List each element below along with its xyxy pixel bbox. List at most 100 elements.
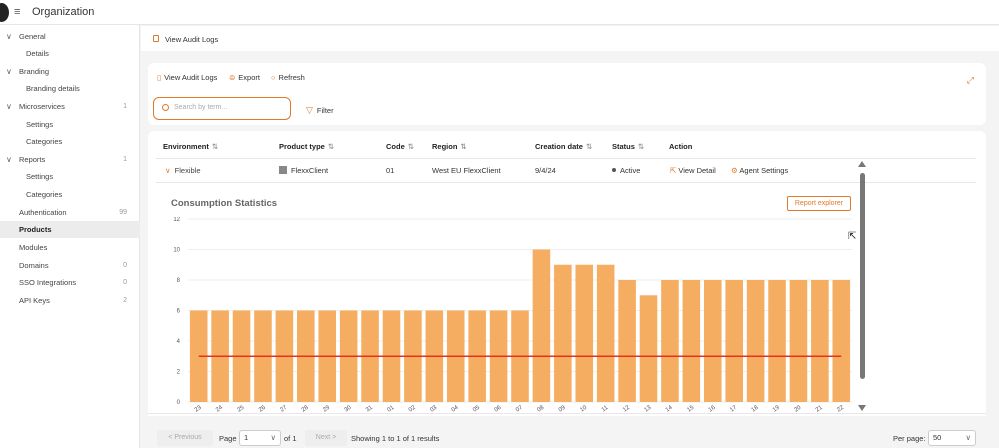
sidebar-item-branding-details[interactable]: Branding details xyxy=(0,80,140,97)
sidebar-item-settings[interactable]: Settings xyxy=(0,116,140,133)
x-tick-label: 19 xyxy=(772,404,781,412)
bar[interactable] xyxy=(554,264,572,402)
cell-region: West EU FlexxClient xyxy=(432,166,501,175)
avatar[interactable] xyxy=(0,3,9,22)
sidebar-item-domains[interactable]: Domains 0 xyxy=(0,257,140,274)
chevron-down-icon: ∨ xyxy=(270,433,277,442)
bar[interactable] xyxy=(661,280,679,402)
sidebar-item-count: 1 xyxy=(123,156,127,163)
chevron-down-icon[interactable]: ∨ xyxy=(6,98,12,115)
sidebar-item-label: Reports xyxy=(19,155,46,164)
bar[interactable] xyxy=(789,280,808,402)
sidebar-item-label: Products xyxy=(19,225,52,234)
page-select-value: 1 xyxy=(244,433,249,442)
bar[interactable] xyxy=(746,280,765,402)
next-page-button[interactable]: Next > xyxy=(305,430,347,446)
x-tick-label: 31 xyxy=(365,404,374,412)
bar[interactable] xyxy=(532,249,551,403)
hamburger-menu-icon[interactable]: ≡ xyxy=(14,6,20,18)
x-tick-label: 28 xyxy=(301,404,310,412)
bar[interactable] xyxy=(618,280,636,402)
x-tick-label: 24 xyxy=(215,404,224,412)
bar[interactable] xyxy=(725,280,743,402)
x-tick-label: 15 xyxy=(686,404,695,412)
chevron-down-icon[interactable]: ∨ xyxy=(6,151,12,168)
chevron-down-icon[interactable]: ∨ xyxy=(165,166,171,175)
bar[interactable] xyxy=(703,280,722,402)
sidebar-item-categories[interactable]: Categories xyxy=(0,133,140,150)
scroll-up-arrow-icon[interactable] xyxy=(858,161,866,167)
column-header-region[interactable]: Region ⇅ xyxy=(432,142,467,151)
sidebar-item-categories[interactable]: Categories xyxy=(0,186,140,203)
sidebar-item-microservices[interactable]: ∨ Microservices 1 xyxy=(0,98,140,115)
x-tick-label: 23 xyxy=(194,404,203,412)
toolbar-panel: ▯ View Audit Logs ⊜ Export ○ Refresh ⤢ Sear… xyxy=(148,63,986,125)
bar[interactable] xyxy=(832,280,851,402)
agent-settings-link[interactable]: ⚙ Agent Settings xyxy=(731,166,788,175)
bar[interactable] xyxy=(682,280,701,402)
bar[interactable] xyxy=(596,264,615,402)
sidebar-item-label: Categories xyxy=(26,137,63,146)
x-tick-label: 03 xyxy=(429,404,438,412)
sort-icon: ⇅ xyxy=(585,142,593,151)
table-row[interactable]: ∨ Flexible xyxy=(165,166,201,175)
cell-status: Active xyxy=(612,166,640,175)
x-tick-label: 09 xyxy=(558,404,567,412)
filter-button[interactable]: ▽ Filter xyxy=(306,105,334,116)
sidebar-item-details[interactable]: Details xyxy=(0,45,140,62)
bar[interactable] xyxy=(639,295,658,402)
sidebar-item-label: SSO Integrations xyxy=(19,278,77,287)
refresh-label: Refresh xyxy=(278,73,305,82)
view-audit-logs-button[interactable]: ▯ View Audit Logs xyxy=(157,73,217,82)
sidebar-item-products[interactable]: Products xyxy=(0,221,140,238)
scrollbar-thumb[interactable] xyxy=(860,173,865,379)
search-input[interactable]: Search by term... xyxy=(153,97,291,120)
consumption-chart: 02468101223 24 25 26 27 28 29 30 31 01 02 03 04 05 06 0… xyxy=(173,217,852,412)
scroll-down-arrow-icon[interactable] xyxy=(858,405,866,411)
column-header-label: Status xyxy=(612,142,635,151)
sidebar-item-settings[interactable]: Settings xyxy=(0,168,140,185)
report-explorer-button[interactable]: Report explorer xyxy=(787,196,851,211)
sidebar-item-modules[interactable]: Modules xyxy=(0,239,140,256)
x-tick-label: 21 xyxy=(815,404,824,412)
per-page-select[interactable]: 50 ∨ xyxy=(928,430,976,446)
sidebar-item-count: 0 xyxy=(123,262,127,269)
page-select[interactable]: 1 ∨ xyxy=(239,430,281,446)
bar[interactable] xyxy=(575,264,594,402)
agent-settings-label: Agent Settings xyxy=(739,166,789,175)
refresh-button[interactable]: ○ Refresh xyxy=(271,73,305,82)
view-detail-link[interactable]: ⇱ View Detail xyxy=(670,166,716,175)
page-label: Page xyxy=(219,434,237,443)
sidebar-item-authentication[interactable]: Authentication 99 xyxy=(0,204,140,221)
previous-page-button[interactable]: < Previous xyxy=(157,430,213,446)
chevron-down-icon[interactable]: ∨ xyxy=(6,63,12,80)
column-header-code[interactable]: Code ⇅ xyxy=(386,142,414,151)
sidebar-item-reports[interactable]: ∨ Reports 1 xyxy=(0,151,140,168)
cell-product-type: FlexxClient xyxy=(279,166,328,175)
divider xyxy=(156,158,976,159)
x-tick-label: 14 xyxy=(665,404,674,412)
column-header-label: Region xyxy=(432,142,458,151)
expand-icon[interactable]: ⤢ xyxy=(967,75,974,86)
column-header-creation-date[interactable]: Creation date ⇅ xyxy=(535,142,592,151)
x-tick-label: 22 xyxy=(836,404,845,412)
export-button[interactable]: ⊜ Export xyxy=(229,73,260,82)
breadcrumb-audit-logs[interactable]: View Audit Logs xyxy=(165,35,218,44)
column-header-status[interactable]: Status ⇅ xyxy=(612,142,644,151)
sidebar-item-api-keys[interactable]: API Keys 2 xyxy=(0,292,140,309)
x-tick-label: 18 xyxy=(751,404,760,412)
cell-creation-date: 9/4/24 xyxy=(535,166,556,175)
filter-label: Filter xyxy=(316,106,334,115)
sidebar-item-label: Categories xyxy=(26,190,63,199)
column-header-product-type[interactable]: Product type ⇅ xyxy=(279,142,334,151)
sidebar: ∨ General Details ∨ Branding Branding details… xyxy=(0,25,140,448)
bar[interactable] xyxy=(768,280,786,402)
bar[interactable] xyxy=(811,280,829,402)
sidebar-item-sso-integrations[interactable]: SSO Integrations 0 xyxy=(0,274,140,291)
y-tick-label: 0 xyxy=(177,400,181,406)
sidebar-item-general[interactable]: ∨ General xyxy=(0,28,140,45)
chevron-down-icon[interactable]: ∨ xyxy=(6,28,12,45)
column-header-environment[interactable]: Environment ⇅ xyxy=(163,142,218,151)
sidebar-item-branding[interactable]: ∨ Branding xyxy=(0,63,140,80)
x-tick-label: 05 xyxy=(472,404,481,412)
